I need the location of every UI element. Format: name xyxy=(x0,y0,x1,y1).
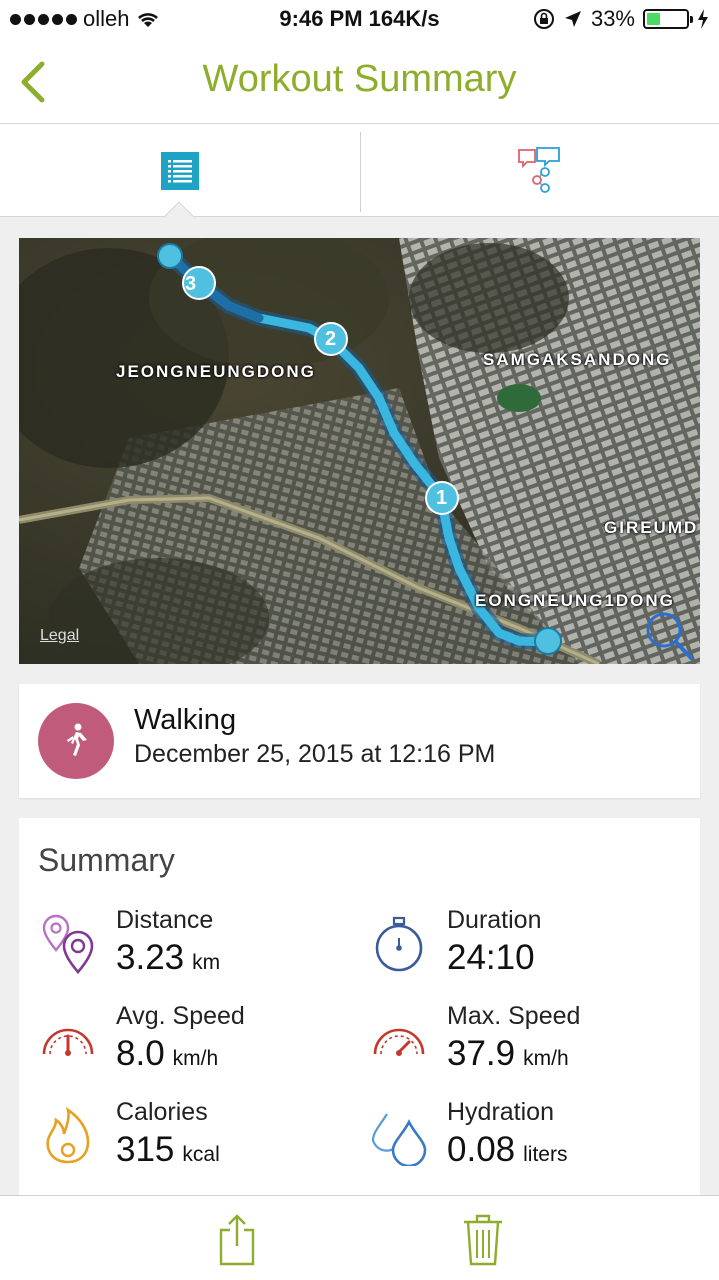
trash-icon xyxy=(464,1214,502,1266)
charging-icon xyxy=(698,9,708,29)
page-title: Workout Summary xyxy=(202,58,517,100)
route-start-marker xyxy=(157,243,183,269)
status-bar: olleh 9:46 PM 164K/s 33% xyxy=(0,0,719,40)
speedometer-icon xyxy=(373,1028,425,1056)
summary-title: Summary xyxy=(38,842,175,878)
stopwatch-icon xyxy=(375,916,423,972)
route-end-marker xyxy=(534,627,562,655)
location-arrow-icon xyxy=(564,11,581,27)
stat-max-speed: Max. Speed 37.9 km/h xyxy=(369,1002,669,1092)
location-pins-icon xyxy=(42,914,94,974)
stat-hydration-value: 0.08 liters xyxy=(447,1130,568,1169)
map-label-jeongneungdong: JEONGNEUNGDONG xyxy=(116,362,316,381)
speedometer-icon xyxy=(42,1028,94,1056)
activity-type: Walking xyxy=(134,704,237,736)
route-marker-3-label: 3 xyxy=(185,273,197,295)
stat-duration-value: 24:10 xyxy=(447,938,535,977)
walking-icon xyxy=(38,703,114,779)
tab-social[interactable] xyxy=(360,124,719,217)
map-label-jeongneung1dong: EONGNEUNG1DONG xyxy=(475,591,675,610)
stat-max-speed-label: Max. Speed xyxy=(447,1002,581,1030)
share-chat-icon xyxy=(517,146,560,193)
share-icon xyxy=(219,1214,255,1266)
stat-distance-label: Distance xyxy=(116,906,214,934)
stat-hydration: Hydration 0.08 liters xyxy=(369,1098,669,1188)
map-label-gireumd: GIREUMD xyxy=(604,518,699,537)
view-switcher xyxy=(0,124,719,233)
stat-calories: Calories 315 kcal xyxy=(38,1098,338,1188)
list-icon xyxy=(160,151,199,190)
stat-calories-label: Calories xyxy=(116,1098,208,1126)
stat-hydration-label: Hydration xyxy=(447,1098,554,1126)
stat-max-speed-value: 37.9 km/h xyxy=(447,1034,569,1073)
stat-distance: Distance 3.23 km xyxy=(38,906,338,996)
activity-card: Walking December 25, 2015 at 12:16 PM xyxy=(19,684,700,798)
status-right: 33% xyxy=(533,6,709,32)
stat-calories-value: 315 kcal xyxy=(116,1130,220,1169)
map-label-samgaksandong: SAMGAKSANDONG xyxy=(483,350,672,369)
stat-duration-label: Duration xyxy=(447,906,542,934)
stat-avg-speed-label: Avg. Speed xyxy=(116,1002,245,1030)
battery-percent: 33% xyxy=(590,6,635,31)
map-legal-link[interactable]: Legal xyxy=(40,627,79,645)
rotation-lock-icon xyxy=(533,9,554,29)
delete-button[interactable] xyxy=(458,1210,508,1268)
route-map[interactable]: 3 2 1 JEONGNEUNGDONG SAMGAKSANDONG GIREU… xyxy=(19,238,700,664)
battery-icon xyxy=(643,9,693,29)
stat-avg-speed-value: 8.0 km/h xyxy=(116,1034,219,1073)
route-marker-1-label: 1 xyxy=(436,487,448,509)
stat-duration: Duration 24:10 xyxy=(369,906,669,996)
bottom-toolbar xyxy=(0,1195,719,1280)
navigation-bar: Workout Summary xyxy=(0,40,719,124)
share-button[interactable] xyxy=(212,1210,262,1268)
stat-distance-value: 3.23 km xyxy=(116,938,221,977)
summary-card: Summary Distance 3.23 km Duration 24:10 A… xyxy=(19,818,700,1198)
water-drops-icon xyxy=(371,1113,427,1166)
route-marker-2-label: 2 xyxy=(325,328,337,350)
flame-icon xyxy=(46,1107,90,1164)
activity-date: December 25, 2015 at 12:16 PM xyxy=(134,740,496,768)
stat-avg-speed: Avg. Speed 8.0 km/h xyxy=(38,1002,338,1092)
